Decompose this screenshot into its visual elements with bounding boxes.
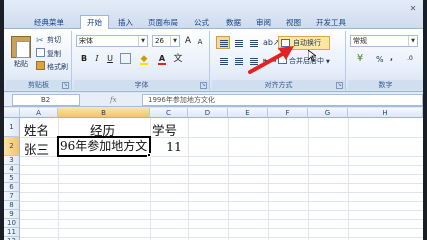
- align-left-button[interactable]: [216, 54, 230, 67]
- paste-icon: [11, 36, 31, 58]
- tab-view[interactable]: 视图: [280, 16, 307, 29]
- column-header[interactable]: D: [188, 108, 228, 118]
- shrink-font-button[interactable]: A: [194, 36, 206, 48]
- tab-developer[interactable]: 开发工具: [310, 16, 352, 29]
- tab-page-layout[interactable]: 页面布局: [142, 16, 184, 29]
- dialog-launcher-icon[interactable]: ↘: [336, 82, 343, 89]
- row-header[interactable]: 4: [4, 165, 20, 174]
- column-header[interactable]: G: [308, 108, 348, 118]
- excel-window: 经典菜单 开始 插入 页面布局 公式 数据 审阅 视图 开发工具 ✕ 粘贴 ✂ 剪…: [4, 0, 423, 240]
- ribbon-tab-bar: 经典菜单 开始 插入 页面布局 公式 数据 审阅 视图 开发工具 ✕: [4, 0, 423, 30]
- grow-font-button[interactable]: A: [182, 35, 194, 47]
- copy-label: 复制: [47, 50, 61, 58]
- number-group-label: 数字: [348, 80, 423, 90]
- tab-formulas[interactable]: 公式: [188, 16, 215, 29]
- font-name-select[interactable]: 宋体 ▼: [76, 35, 148, 47]
- column-header[interactable]: B: [58, 108, 150, 118]
- column-header[interactable]: A: [20, 108, 58, 118]
- cut-button[interactable]: ✂ 剪切: [36, 35, 61, 46]
- name-box[interactable]: B2: [12, 94, 80, 106]
- arrow-shaft: [248, 50, 288, 74]
- row-header[interactable]: 7: [4, 192, 20, 201]
- close-icon[interactable]: ✕: [408, 4, 418, 14]
- row-header[interactable]: 6: [4, 183, 20, 192]
- column-header[interactable]: H: [348, 108, 423, 118]
- phonetic-icon[interactable]: 文: [172, 53, 184, 65]
- number-format-select[interactable]: 常规 ▼: [350, 35, 418, 47]
- row-header[interactable]: 1: [4, 118, 20, 137]
- chevron-down-icon: ▼: [170, 36, 179, 46]
- cell-c2[interactable]: 11: [152, 139, 186, 155]
- copy-button[interactable]: 复制: [36, 48, 61, 59]
- borders-icon[interactable]: [120, 53, 131, 64]
- number-format-value: 常规: [353, 37, 367, 45]
- alignment-group-label: 对齐方式: [212, 80, 345, 90]
- spreadsheet-grid: A B C D E F G H 1 2 3 4 5 6 7 8 9 10 11 …: [4, 108, 423, 240]
- dialog-launcher-icon[interactable]: ↘: [62, 82, 69, 89]
- cell-b2[interactable]: 96年参加地方文: [57, 136, 151, 157]
- chevron-down-icon: ▼: [326, 59, 330, 65]
- paste-button[interactable]: 粘贴: [8, 35, 34, 75]
- format-painter-label: 格式刷: [47, 63, 68, 71]
- paste-label: 粘贴: [14, 60, 28, 68]
- fx-area: fx: [96, 94, 142, 106]
- font-color-button[interactable]: A: [156, 53, 168, 65]
- font-name-value: 宋体: [79, 37, 93, 45]
- font-color-label: A: [158, 54, 166, 63]
- tab-data[interactable]: 数据: [220, 16, 247, 29]
- row-header[interactable]: 3: [4, 156, 20, 165]
- chevron-down-icon: ▼: [408, 36, 417, 46]
- number-group: 常规 ▼ ¥ % , .0 数字: [348, 31, 423, 90]
- brush-icon: [36, 61, 45, 70]
- cell-a2[interactable]: 张三: [24, 139, 58, 155]
- cell-b1[interactable]: 经历: [90, 120, 148, 136]
- row-header[interactable]: 9: [4, 210, 20, 219]
- percent-button[interactable]: %: [376, 55, 384, 64]
- copy-icon: [36, 48, 45, 57]
- underline-button[interactable]: U: [104, 53, 116, 65]
- italic-button[interactable]: I: [91, 53, 103, 65]
- format-painter-button[interactable]: 格式刷: [36, 61, 68, 72]
- font-group-label: 字体: [74, 80, 209, 90]
- cell-c1[interactable]: 学号: [152, 120, 186, 136]
- annotation-arrow: [248, 46, 294, 74]
- comma-button[interactable]: ,: [390, 53, 393, 62]
- dialog-launcher-icon[interactable]: ↘: [200, 82, 207, 89]
- grow-font-label: A: [184, 36, 192, 46]
- tab-insert[interactable]: 插入: [112, 16, 139, 29]
- fill-color-icon[interactable]: ◆: [138, 53, 150, 65]
- tab-home[interactable]: 开始: [80, 15, 109, 30]
- formula-bar: B2 fx 1996年参加地方文化: [4, 93, 423, 107]
- align-top-button[interactable]: [216, 36, 230, 49]
- scissors-icon: ✂: [36, 36, 44, 46]
- clipboard-group: 粘贴 ✂ 剪切 复制 格式刷 剪贴板 ↘: [6, 31, 72, 90]
- font-size-select[interactable]: 26 ▼: [152, 35, 180, 47]
- chevron-down-icon: ▼: [138, 36, 147, 46]
- shrink-font-label: A: [197, 38, 203, 46]
- font-group: 宋体 ▼ 26 ▼ A A B I U ◆ A 文 字体 ↘: [74, 31, 210, 90]
- bold-button[interactable]: B: [78, 53, 90, 65]
- formula-input[interactable]: 1996年参加地方文化: [142, 94, 423, 106]
- select-all-corner[interactable]: [4, 108, 20, 118]
- column-header[interactable]: C: [150, 108, 188, 118]
- font-size-value: 26: [155, 37, 164, 45]
- decimal-icon[interactable]: .0: [402, 53, 418, 65]
- row-header[interactable]: 2: [4, 137, 20, 156]
- cell-a1[interactable]: 姓名: [24, 120, 58, 136]
- row-header[interactable]: 5: [4, 174, 20, 183]
- fill-handle[interactable]: [147, 153, 151, 157]
- tab-review[interactable]: 审阅: [250, 16, 277, 29]
- tab-classic-menu[interactable]: 经典菜单: [28, 16, 70, 29]
- column-header[interactable]: F: [268, 108, 308, 118]
- ribbon: 粘贴 ✂ 剪切 复制 格式刷 剪贴板 ↘ 宋体 ▼ 26 ▼ A A B I U…: [4, 29, 423, 92]
- column-header[interactable]: E: [228, 108, 268, 118]
- row-header[interactable]: 11: [4, 228, 20, 237]
- row-header[interactable]: 8: [4, 201, 20, 210]
- mouse-cursor-icon: [308, 50, 316, 62]
- function-icon[interactable]: fx: [110, 96, 117, 104]
- currency-icon[interactable]: ¥: [352, 53, 368, 65]
- cut-label: 剪切: [47, 36, 61, 44]
- row-header[interactable]: 10: [4, 219, 20, 228]
